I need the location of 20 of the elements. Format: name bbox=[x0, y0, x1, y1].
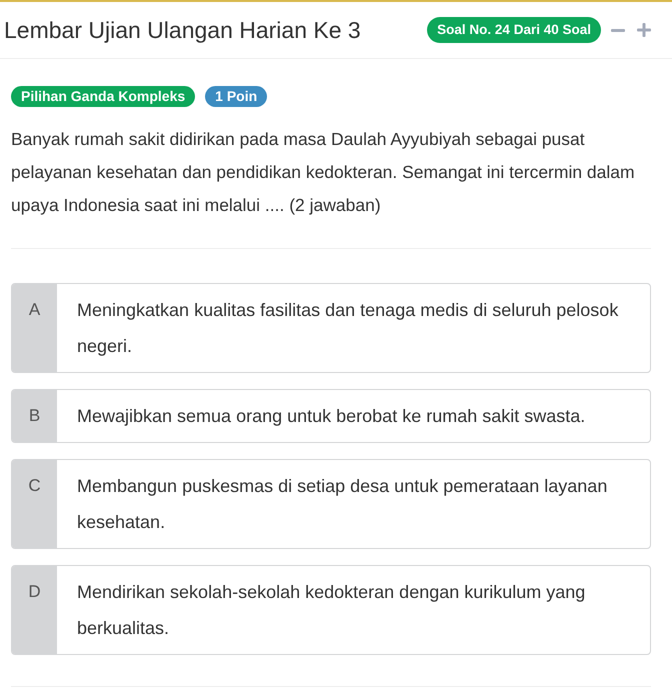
option-text: Mewajibkan semua orang untuk berobat ke rumah sakit swasta. bbox=[76, 405, 586, 428]
option-letter: A bbox=[28, 299, 40, 321]
answer-option[interactable]: B Mewajibkan semua orang untuk berobat ke rumah sakit swasta. bbox=[11, 389, 651, 443]
answer-option[interactable]: C Membangun puskesmas di setiap desa untuk pemerataan layanan kesehatan. bbox=[11, 459, 651, 549]
minus-icon bbox=[611, 28, 625, 32]
page-title: Lembar Ujian Ulangan Harian Ke 3 bbox=[4, 16, 361, 44]
option-text: Meningkatkan kualitas fasilitas dan tenaga medis di seluruh pelosok negeri. bbox=[76, 299, 620, 358]
option-text: Membangun puskesmas di setiap desa untuk pemerataan layanan kesehatan. bbox=[76, 475, 608, 534]
plus-icon bbox=[637, 23, 651, 37]
option-text: Mendirikan sekolah-sekolah kedokteran dengan kurikulum yang berkualitas. bbox=[76, 581, 586, 640]
question-text: Banyak rumah sakit didirikan pada masa Daulah Ayyubiyah sebagai pusat pelayanan kesehatan dan pendidikan kedokteran. Semangat ini tercermin dalam upaya Indonesia saat ini melalui .... (2 jawaban) bbox=[11, 128, 636, 217]
answer-option[interactable]: A Meningkatkan kualitas fasilitas dan tenaga medis di seluruh pelosok negeri. bbox=[11, 283, 651, 373]
option-letter: B bbox=[28, 405, 40, 427]
option-letter: C bbox=[28, 475, 41, 497]
question-counter: Soal No. 24 Dari 40 Soal bbox=[427, 16, 601, 44]
option-letter: D bbox=[28, 581, 41, 603]
zoom-in-button[interactable] bbox=[635, 21, 653, 39]
question-tag: 1 Poin bbox=[205, 86, 268, 107]
question-tag: Pilihan Ganda Kompleks bbox=[11, 86, 196, 107]
answer-option[interactable]: D Mendirikan sekolah-sekolah kedokteran dengan kurikulum yang berkualitas. bbox=[11, 565, 651, 655]
